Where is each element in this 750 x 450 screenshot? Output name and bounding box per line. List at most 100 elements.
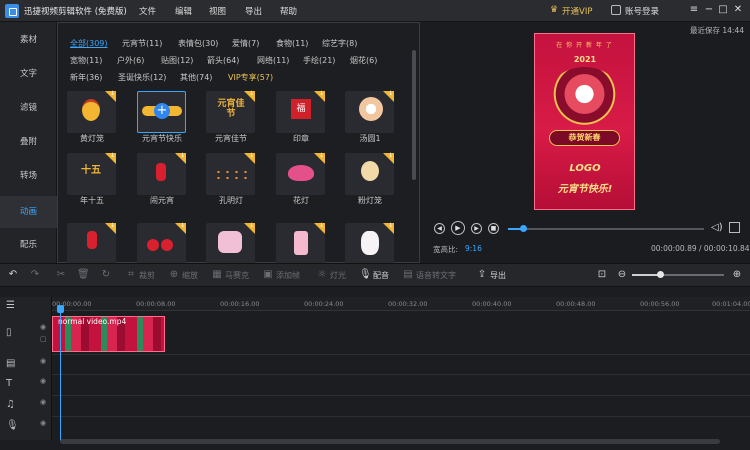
tile-rabbit[interactable]: ↓	[345, 223, 394, 265]
eye-icon[interactable]: ◉	[40, 419, 46, 427]
menu-help[interactable]: 帮助	[280, 5, 297, 17]
add-track-icon[interactable]: ☰	[6, 300, 15, 311]
tile-yellow-lantern[interactable]: ↓	[67, 91, 116, 133]
zoom-button[interactable]: 缩放	[182, 270, 198, 281]
tile-cherry[interactable]: ↓	[137, 223, 186, 265]
timeline-scrollbar[interactable]	[60, 439, 720, 444]
close-icon[interactable]: ✕	[732, 4, 744, 16]
undo-icon[interactable]: ↶	[7, 269, 19, 281]
export-button[interactable]: 导出	[490, 270, 506, 281]
dub-button[interactable]: 配音	[373, 270, 389, 281]
ruler-tick: 00:01:04.00	[712, 300, 750, 308]
play-icon[interactable]: ▶	[451, 221, 465, 235]
tile-pink-lantern[interactable]: ↓	[345, 153, 394, 195]
next-frame-icon[interactable]: ▶	[471, 223, 482, 234]
nav-material[interactable]: 素材	[0, 24, 57, 56]
category-food[interactable]: 食物(11)	[276, 38, 308, 49]
login-button[interactable]: 账号登录	[625, 5, 659, 17]
menu-icon[interactable]: ≡	[688, 4, 700, 16]
crop-icon[interactable]: ⌗	[125, 269, 137, 281]
tile-nao-yuanxiao[interactable]: ↓	[137, 153, 186, 195]
menu-export[interactable]: 导出	[245, 5, 262, 17]
zoom-in-icon[interactable]: ⊕	[731, 269, 743, 281]
vip-button[interactable]: 开通VIP	[562, 5, 592, 17]
nav-overlay[interactable]: 叠附	[0, 126, 57, 158]
rotate-icon[interactable]: ↻	[100, 269, 112, 281]
volume-icon[interactable]: ◁)	[711, 222, 723, 233]
seek-handle[interactable]	[520, 225, 527, 232]
tile-label: 黄灯笼	[80, 134, 104, 143]
delete-icon[interactable]: 🗑	[77, 269, 90, 281]
category-christmas[interactable]: 圣诞快乐(12)	[118, 72, 166, 83]
category-outdoor[interactable]: 户外(6)	[117, 55, 144, 66]
tile-lantern-festival-happy[interactable]: +	[137, 91, 186, 133]
playhead[interactable]	[60, 311, 61, 441]
export-icon[interactable]: ⇪	[476, 269, 488, 281]
redo-icon[interactable]: ↷	[29, 269, 41, 281]
menu-edit[interactable]: 编辑	[175, 5, 192, 17]
tile-tangyuan[interactable]: ↓	[345, 91, 394, 133]
category-other[interactable]: 其他(74)	[180, 72, 212, 83]
eye-icon[interactable]: ◉	[40, 398, 46, 406]
category-handdrawn[interactable]: 手绘(21)	[303, 55, 335, 66]
category-all[interactable]: 全部(309)	[70, 38, 108, 49]
category-network[interactable]: 网络(11)	[257, 55, 289, 66]
nav-animation[interactable]: 动画	[0, 196, 57, 228]
category-new-year[interactable]: 新年(36)	[70, 72, 102, 83]
speech-to-text-button[interactable]: 语音转文字	[416, 270, 456, 281]
tile-seal[interactable]: ↓ 福	[276, 91, 325, 133]
category-lantern-festival[interactable]: 元宵节(11)	[122, 38, 162, 49]
nav-music[interactable]: 配乐	[0, 229, 57, 261]
lock-icon[interactable]: ▢	[40, 335, 47, 343]
maximize-icon[interactable]: □	[717, 4, 729, 16]
autosave-status: 最近保存 14:44	[690, 26, 744, 35]
nav-text[interactable]: 文字	[0, 58, 57, 90]
seek-bar[interactable]	[508, 228, 704, 230]
library-scrollbar[interactable]	[412, 50, 416, 180]
tile-flower-lantern[interactable]: ↓	[276, 153, 325, 195]
aspect-ratio-value[interactable]: 9:16	[465, 244, 482, 253]
category-variety[interactable]: 综艺字(8)	[322, 38, 357, 49]
mosaic-icon[interactable]: ▦	[211, 269, 223, 281]
tile-milk-tea[interactable]: ↓	[276, 223, 325, 265]
mic-icon[interactable]: 🎙	[359, 269, 372, 281]
spotlight-button[interactable]: 灯光	[330, 270, 346, 281]
category-pets[interactable]: 宽物(11)	[70, 55, 102, 66]
category-love[interactable]: 爱情(7)	[232, 38, 259, 49]
tile-red-lantern[interactable]: ↓	[67, 223, 116, 265]
tile-label: 粉灯笼	[358, 196, 382, 205]
timeline-zoom-handle[interactable]	[657, 271, 664, 278]
nav-filter[interactable]: 滤镜	[0, 92, 57, 124]
menu-file[interactable]: 文件	[139, 5, 156, 17]
speech-to-text-icon[interactable]: ▤	[402, 269, 414, 281]
freeze-frame-icon[interactable]: ▣	[262, 269, 274, 281]
menu-view[interactable]: 视图	[209, 5, 226, 17]
minimize-icon[interactable]: −	[703, 4, 715, 16]
category-vip[interactable]: VIP专享(57)	[228, 72, 273, 83]
playhead-handle[interactable]	[57, 305, 64, 313]
stop-icon[interactable]: ■	[488, 223, 499, 234]
tile-bunny-cup[interactable]: ↓	[206, 223, 255, 265]
spotlight-icon[interactable]: ☼	[316, 269, 328, 281]
crop-button[interactable]: 裁剪	[139, 270, 155, 281]
zoom-out-icon[interactable]: ⊖	[616, 269, 628, 281]
prev-frame-icon[interactable]: ◀	[434, 223, 445, 234]
eye-icon[interactable]: ◉	[40, 377, 46, 385]
mosaic-button[interactable]: 马赛克	[225, 270, 249, 281]
category-arrow[interactable]: 箭头(64)	[207, 55, 239, 66]
tile-fifteenth[interactable]: ↓ 十五	[67, 153, 116, 195]
split-icon[interactable]: ✂	[55, 269, 67, 281]
freeze-frame-button[interactable]: 添加帧	[276, 270, 300, 281]
category-fireworks[interactable]: 烟花(6)	[350, 55, 377, 66]
eye-icon[interactable]: ◉	[40, 323, 46, 331]
eye-icon[interactable]: ◉	[40, 357, 46, 365]
category-emoji[interactable]: 表情包(30)	[178, 38, 218, 49]
zoom-tool-icon[interactable]: ⊕	[168, 269, 180, 281]
nav-transition[interactable]: 转场	[0, 160, 57, 192]
tile-kongming-lantern[interactable]: ↓	[206, 153, 255, 195]
tile-lantern-night[interactable]: ↓ 元宵佳节	[206, 91, 255, 133]
fit-timeline-icon[interactable]: ⊡	[596, 269, 608, 281]
category-sticker[interactable]: 贴图(12)	[161, 55, 193, 66]
fullscreen-icon[interactable]	[729, 222, 740, 233]
add-icon[interactable]: +	[154, 103, 170, 119]
